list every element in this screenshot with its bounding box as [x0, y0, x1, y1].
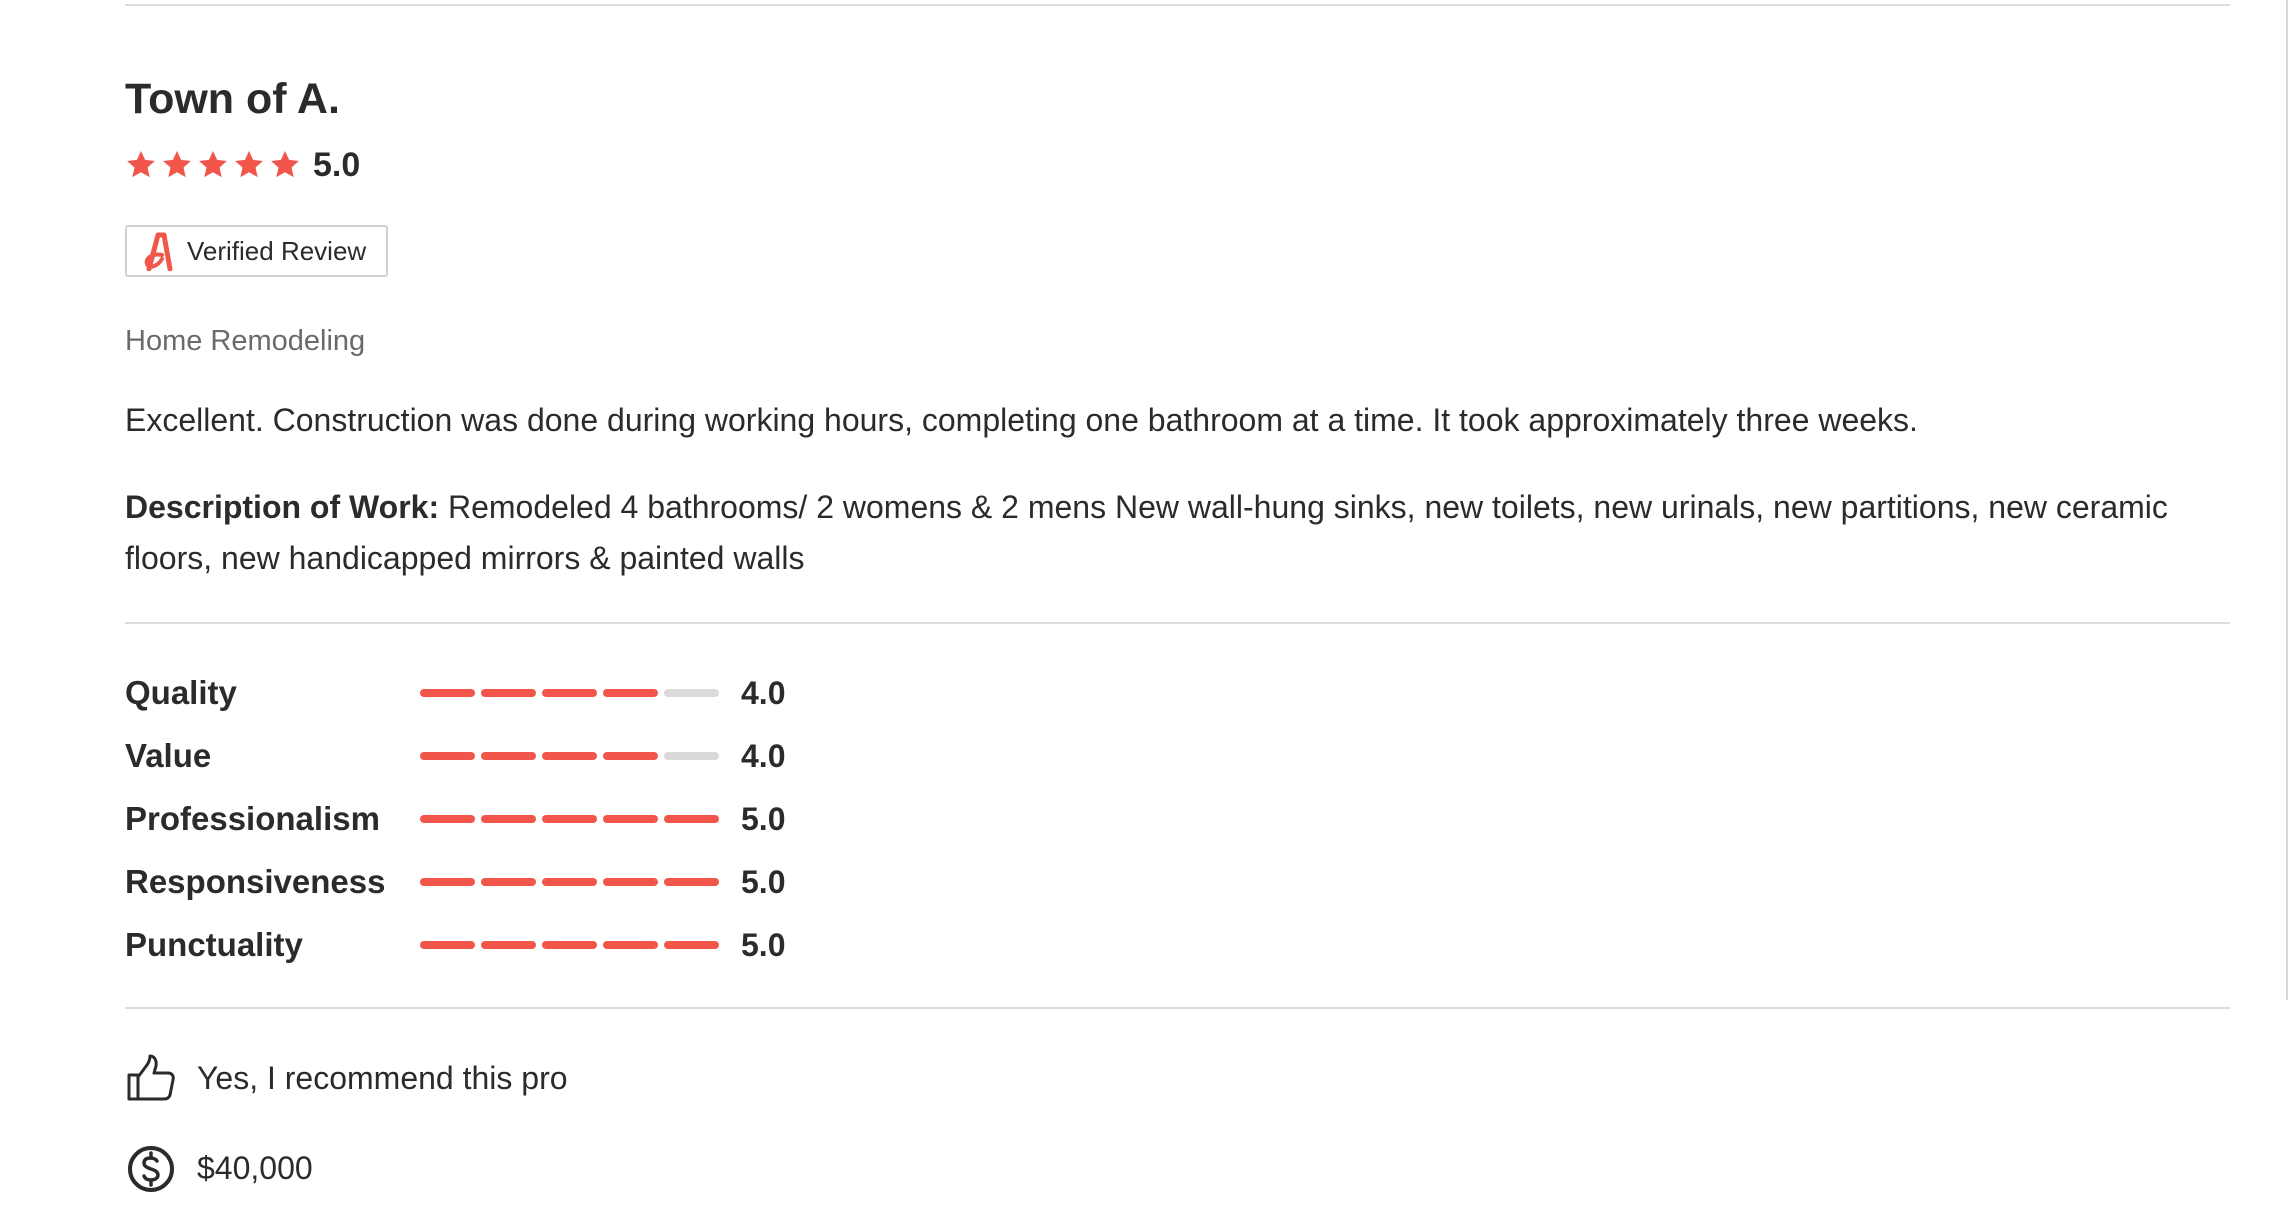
bar-segment-filled	[481, 878, 536, 887]
metrics-divider	[125, 621, 2230, 624]
bar-segment-filled	[420, 941, 475, 950]
metric-value: 5.0	[741, 800, 786, 837]
recommendation-text: Yes, I recommend this pro	[197, 1060, 568, 1097]
star-icon	[271, 151, 299, 178]
review-card: Town of A. 5.0 Verified Review Home Remo…	[125, 0, 2230, 1199]
recommendation: Yes, I recommend this pro	[125, 1049, 2230, 1109]
bar-segment-filled	[481, 752, 536, 761]
bar-segment-filled	[603, 815, 658, 824]
metric-row: Quality 4.0	[125, 662, 2230, 725]
bar-segment-filled	[481, 815, 536, 824]
metric-value: 5.0	[741, 863, 786, 900]
bar-segment-empty	[664, 752, 719, 761]
verified-label: Verified Review	[187, 235, 367, 266]
review-text: Excellent. Construction was done during …	[125, 402, 1918, 438]
bar-segment-filled	[481, 941, 536, 950]
metric-value: 4.0	[741, 737, 786, 774]
bar-segment-filled	[603, 941, 658, 950]
top-divider	[125, 4, 2230, 6]
star-icon	[127, 151, 155, 178]
overall-rating: 5.0	[125, 143, 2230, 187]
metric-label: Value	[125, 737, 212, 775]
metric-bar	[420, 815, 719, 824]
footer-divider	[125, 1006, 2230, 1009]
metric-row: Punctuality 5.0	[125, 914, 2230, 977]
bar-segment-filled	[420, 752, 475, 761]
metric-label: Responsiveness	[125, 863, 386, 901]
metric-bar	[420, 689, 719, 698]
metric-bar	[420, 941, 719, 950]
metric-label: Quality	[125, 674, 237, 712]
angi-logo-icon	[144, 232, 173, 271]
bar-segment-filled	[420, 689, 475, 698]
bar-segment-filled	[664, 815, 719, 824]
star-rating	[125, 149, 301, 181]
metric-value: 5.0	[741, 926, 786, 963]
bar-segment-filled	[542, 689, 597, 698]
reviewer-name: Town of A.	[125, 75, 340, 123]
bar-segment-filled	[420, 815, 475, 824]
bar-segment-filled	[542, 878, 597, 887]
dollar-circle-icon	[128, 1145, 174, 1192]
bar-segment-empty	[664, 689, 719, 698]
bar-segment-filled	[481, 689, 536, 698]
bar-segment-filled	[542, 815, 597, 824]
star-icon	[199, 151, 227, 178]
bar-segment-filled	[542, 941, 597, 950]
metric-row: Value 4.0	[125, 725, 2230, 788]
metric-label: Punctuality	[125, 926, 303, 964]
verified-review-badge: Verified Review	[125, 225, 389, 277]
metric-bar	[420, 878, 719, 887]
star-icon	[235, 151, 263, 178]
rating-value: 5.0	[313, 145, 361, 184]
service-category: Home Remodeling	[125, 325, 366, 357]
description-label: Description of Work:	[125, 488, 440, 525]
thumbs-up-icon	[127, 1054, 175, 1101]
rating-breakdown: Quality 4.0 Value 4.0 Professionalism 5.0 Resp…	[125, 662, 2230, 977]
bar-segment-filled	[603, 689, 658, 698]
metric-row: Responsiveness 5.0	[125, 851, 2230, 914]
metric-value: 4.0	[741, 674, 786, 711]
star-icon	[163, 151, 191, 178]
bar-segment-filled	[542, 752, 597, 761]
bar-segment-filled	[664, 941, 719, 950]
project-cost: $40,000	[125, 1139, 2230, 1199]
bar-segment-filled	[420, 878, 475, 887]
metric-bar	[420, 752, 719, 761]
metric-row: Professionalism 5.0	[125, 788, 2230, 851]
cost-text: $40,000	[197, 1150, 313, 1187]
bar-segment-filled	[603, 878, 658, 887]
metric-label: Professionalism	[125, 800, 380, 838]
work-description: Description of Work: Remodeled 4 bathroo…	[125, 482, 2230, 584]
bar-segment-filled	[664, 878, 719, 887]
bar-segment-filled	[603, 752, 658, 761]
